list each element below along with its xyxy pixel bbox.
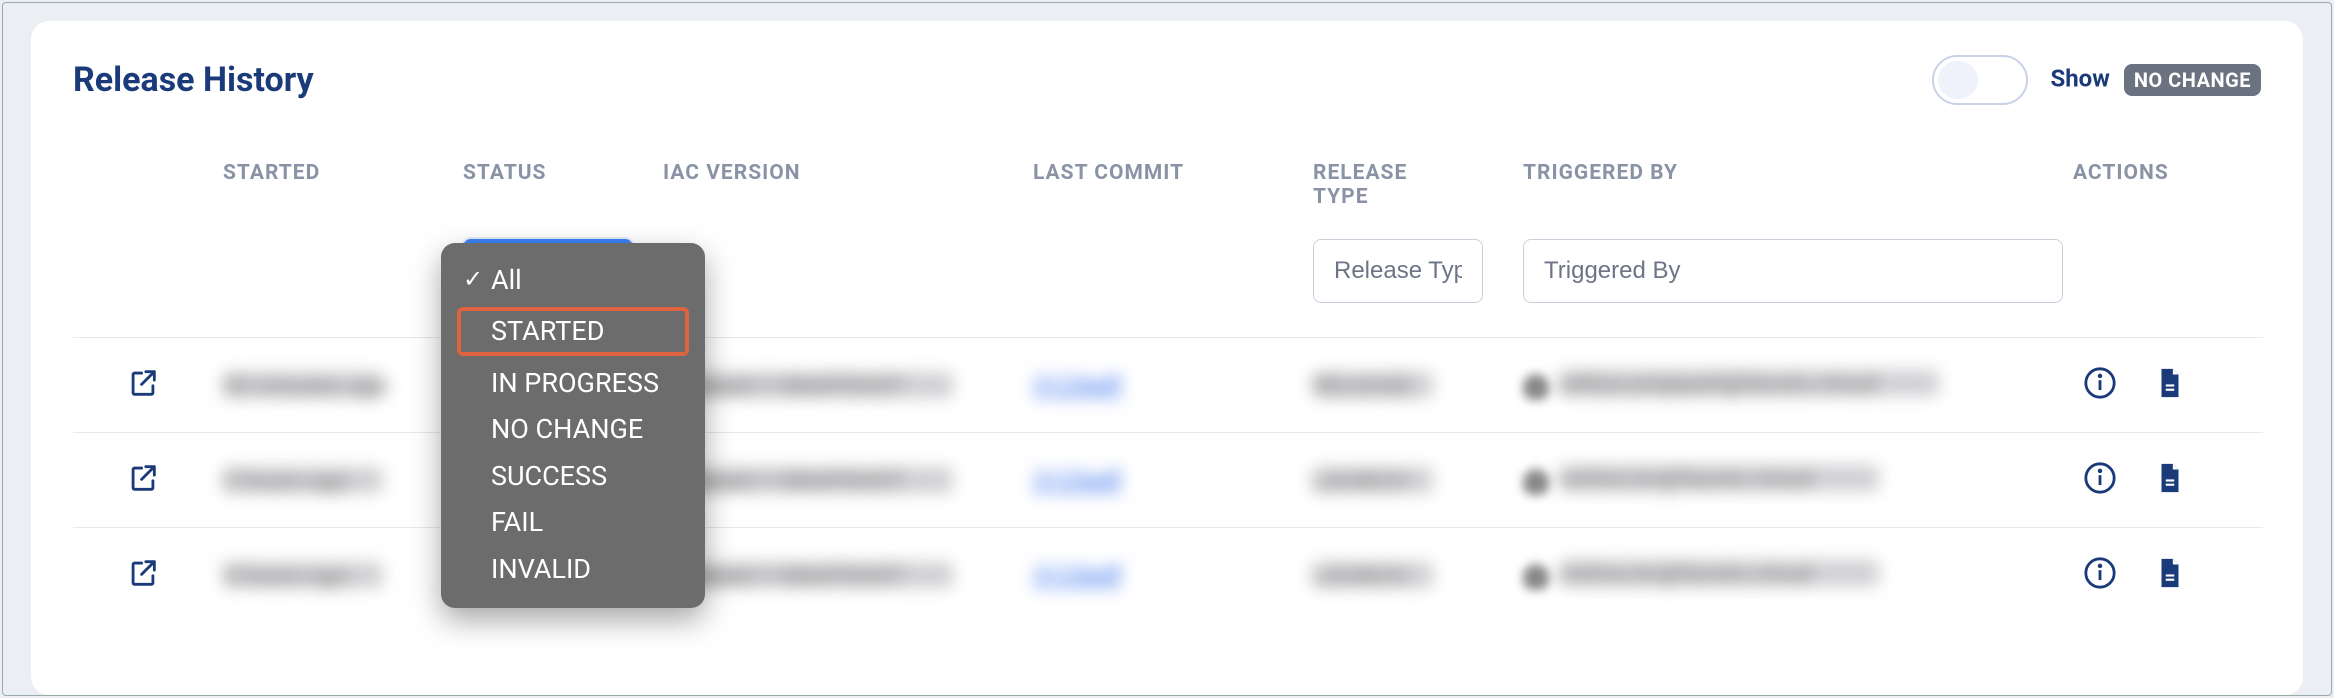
status-option-success[interactable]: SUCCESS <box>457 453 689 499</box>
panel-header: Release History Show NO CHANGE <box>73 55 2261 105</box>
started-cell: 2 hours ago <box>223 467 383 493</box>
triggered-cell: aditya.prajapati@facets.cloud <box>1559 370 1939 396</box>
show-nochange-label: Show NO CHANGE <box>2050 64 2261 96</box>
rtype-cell: RELEASE <box>1313 372 1433 398</box>
iac-cell: release0.1-SNAPSHOT <box>663 562 953 588</box>
status-option-started[interactable]: STARTED <box>457 307 689 355</box>
open-icon[interactable] <box>126 575 160 594</box>
col-actions: ACTIONS <box>2073 161 2263 239</box>
open-icon[interactable] <box>126 480 160 499</box>
filter-row: All STARTED IN PROGRESS NO CHANGE SUCCES… <box>73 239 2263 338</box>
show-nochange-toggle[interactable] <box>1932 55 2028 105</box>
triggered-by-filter[interactable] <box>1523 239 2063 303</box>
status-option-inprogress[interactable]: IN PROGRESS <box>457 360 689 406</box>
release-table: STARTED STATUS IAC VERSION LAST COMMIT R… <box>73 161 2263 622</box>
info-icon[interactable] <box>2083 556 2117 594</box>
col-rtype-b: TYPE <box>1313 185 1369 209</box>
table-row: 53 minutes ago release0.1-SNAPSHOT 3123e… <box>73 338 2263 433</box>
started-cell: 53 minutes ago <box>223 372 383 398</box>
nochange-badge: NO CHANGE <box>2124 64 2261 96</box>
status-option-all[interactable]: All <box>457 257 689 303</box>
info-icon[interactable] <box>2083 366 2117 404</box>
col-rtype: RELEASE TYPE <box>1303 161 1513 239</box>
col-status: STATUS <box>453 161 653 239</box>
col-iac: IAC VERSION <box>653 161 1023 239</box>
release-type-filter[interactable] <box>1313 239 1483 303</box>
status-option-fail[interactable]: FAIL <box>457 499 689 545</box>
col-rtype-a: RELEASE <box>1313 161 1407 185</box>
triggered-cell: vishnu.kv@facets.cloud <box>1559 465 1879 491</box>
commit-cell[interactable]: 3123edf <box>1033 466 1122 494</box>
open-icon[interactable] <box>126 385 160 404</box>
col-commit: LAST COMMIT <box>1023 161 1303 239</box>
release-history-panel: Release History Show NO CHANGE STA <box>31 21 2303 695</box>
commit-cell[interactable]: 3123edf <box>1033 561 1122 589</box>
info-icon[interactable] <box>2083 461 2117 499</box>
document-icon[interactable] <box>2153 461 2187 499</box>
triggered-cell: vishnu.kv@facets.cloud <box>1559 560 1879 586</box>
document-icon[interactable] <box>2153 556 2187 594</box>
started-cell: 3 hours ago <box>223 562 383 588</box>
document-icon[interactable] <box>2153 366 2187 404</box>
table-row: 2 hours ago release0.1-SNAPSHOT 3123edf … <box>73 433 2263 528</box>
rtype-cell: LAUNCH <box>1313 562 1433 588</box>
status-option-nochange[interactable]: NO CHANGE <box>457 406 689 452</box>
table-header: STARTED STATUS IAC VERSION LAST COMMIT R… <box>73 161 2263 239</box>
status-dropdown: All STARTED IN PROGRESS NO CHANGE SUCCES… <box>441 243 705 608</box>
commit-cell[interactable]: 3123edf <box>1033 371 1122 399</box>
user-icon <box>1523 469 1549 495</box>
rtype-cell: LAUNCH <box>1313 467 1433 493</box>
status-option-invalid[interactable]: INVALID <box>457 546 689 592</box>
show-text: Show <box>2050 64 2109 92</box>
toggle-knob <box>1938 61 1978 99</box>
col-triggered: TRIGGERED BY <box>1513 161 2073 239</box>
iac-cell: release0.1-SNAPSHOT <box>663 467 953 493</box>
table-row: 3 hours ago release0.1-SNAPSHOT 3123edf … <box>73 528 2263 623</box>
user-icon <box>1523 564 1549 590</box>
col-started: STARTED <box>213 161 453 239</box>
user-icon <box>1523 374 1549 400</box>
iac-cell: release0.1-SNAPSHOT <box>663 372 953 398</box>
page-title: Release History <box>73 60 314 100</box>
header-right: Show NO CHANGE <box>1932 55 2261 105</box>
